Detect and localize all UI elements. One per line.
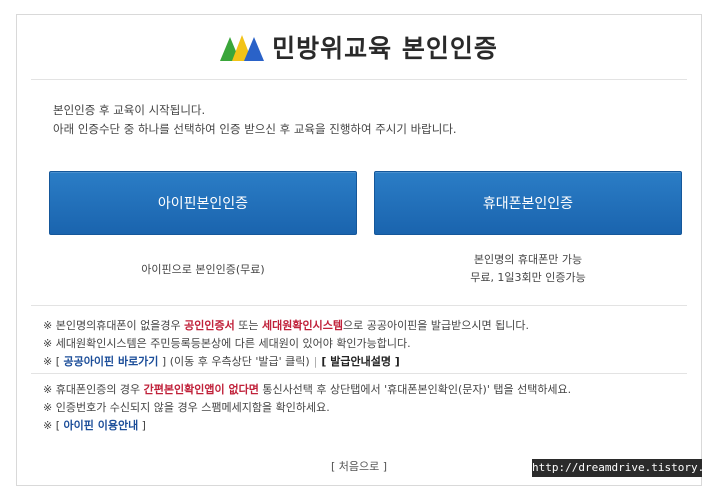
- auth-panel: 민방위교육 본인인증 본인인증 후 교육이 시작됩니다. 아래 인증수단 중 하…: [16, 14, 702, 486]
- app-highlight: 간편본인확인앱이 없다면: [143, 383, 259, 396]
- note-line: ※ [ 공공아이핀 바로가기 ] (이동 후 우측상단 '발급' 클릭) |[ 발…: [43, 353, 529, 371]
- ipin-auth-button[interactable]: 아이핀본인인증: [49, 171, 357, 235]
- intro-line-1: 본인인증 후 교육이 시작됩니다.: [53, 103, 206, 117]
- note-text: 통신사선택 후 상단탭에서 '휴대폰본인확인(문자)' 탭을 선택하세요.: [258, 383, 572, 396]
- intro-text: 본인인증 후 교육이 시작됩니다. 아래 인증수단 중 하나를 선택하여 인증 …: [53, 101, 457, 139]
- note-line: ※ 본인명의휴대폰이 없을경우 공인인증서 또는 세대원확인시스템으로 공공아이…: [43, 317, 529, 335]
- note-line: ※ 휴대폰인증의 경우 간편본인확인앱이 없다면 통신사선택 후 상단탭에서 '…: [43, 381, 571, 399]
- separator: |: [313, 355, 318, 368]
- civil-defense-logo-icon: [220, 35, 265, 61]
- note-text: ※ [: [43, 419, 64, 432]
- note-text: ]: [138, 419, 146, 432]
- phone-auth-button[interactable]: 휴대폰본인인증: [374, 171, 682, 235]
- issue-guide-link[interactable]: [ 발급안내설명 ]: [321, 355, 399, 368]
- intro-line-2: 아래 인증수단 중 하나를 선택하여 인증 받으신 후 교육을 진행하여 주시기…: [53, 122, 457, 136]
- cert-highlight: 공인인증서: [184, 319, 235, 332]
- phone-description-line-2: 무료, 1일3회만 인증가능: [470, 271, 586, 284]
- ipin-description: 아이핀으로 본인인증(무료): [141, 263, 265, 276]
- ipin-notes: ※ 본인명의휴대폰이 없을경우 공인인증서 또는 세대원확인시스템으로 공공아이…: [43, 317, 529, 371]
- note-text: 으로 공공아이핀을 발급받으시면 됩니다.: [342, 319, 529, 332]
- header-divider: [31, 79, 687, 80]
- note-text: ※ 휴대폰인증의 경우: [43, 383, 144, 396]
- public-ipin-link[interactable]: 공공아이핀 바로가기: [64, 355, 159, 368]
- note-text: ※ [: [43, 355, 64, 368]
- notes-divider-middle: [31, 373, 687, 374]
- note-line: ※ 인증번호가 수신되지 않을 경우 스팸메세지함을 확인하세요.: [43, 401, 330, 414]
- note-text: ] (이동 후 우측상단 '발급' 클릭): [158, 355, 310, 368]
- phone-description-line-1: 본인명의 휴대폰만 가능: [473, 253, 583, 266]
- watermark: http://dreamdrive.tistory.com: [532, 459, 720, 477]
- note-line: ※ 세대원확인시스템은 주민등록등본상에 다른 세대원이 있어야 확인가능합니다…: [43, 337, 411, 350]
- notes-divider-top: [31, 305, 687, 306]
- household-highlight: 세대원확인시스템: [262, 319, 343, 332]
- phone-notes: ※ 휴대폰인증의 경우 간편본인확인앱이 없다면 통신사선택 후 상단탭에서 '…: [43, 381, 571, 435]
- ipin-usage-guide-link[interactable]: 아이핀 이용안내: [64, 419, 139, 432]
- page-title: 민방위교육 본인인증: [272, 34, 498, 63]
- note-text: 또는: [234, 319, 262, 332]
- note-text: ※ 본인명의휴대폰이 없을경우: [43, 319, 185, 332]
- header: 민방위교육 본인인증: [17, 15, 701, 79]
- note-line: ※ [ 아이핀 이용안내 ]: [43, 417, 571, 435]
- phone-description: 본인명의 휴대폰만 가능 무료, 1일3회만 인증가능: [374, 251, 682, 287]
